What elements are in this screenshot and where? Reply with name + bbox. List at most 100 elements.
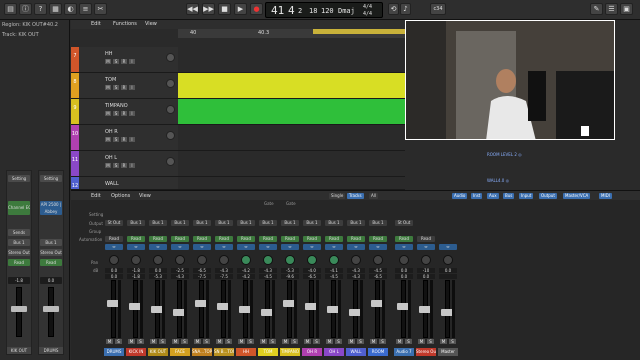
strip1-fader-track[interactable] — [11, 287, 27, 337]
record-enable-button[interactable]: R — [121, 59, 127, 64]
record-enable-button[interactable]: R — [121, 137, 127, 142]
record-enable-button[interactable]: R — [121, 111, 127, 116]
lcd-display[interactable]: 41 4 2 18 120 Dmaj 4/4 4/4 — [265, 2, 383, 18]
play-icon[interactable]: ▶ — [234, 3, 247, 15]
strip1-eq[interactable]: Channel EQ — [8, 201, 30, 215]
input-monitor-button[interactable]: I — [129, 59, 135, 64]
channel-output[interactable]: Bus 1 — [303, 220, 321, 226]
track-lane[interactable] — [178, 73, 405, 99]
mute-button[interactable]: M — [216, 339, 223, 344]
solo-button[interactable]: S — [203, 339, 210, 344]
input-monitor-button[interactable]: I — [129, 111, 135, 116]
channel-name[interactable]: OH L — [324, 348, 344, 356]
cycle-region[interactable] — [313, 29, 405, 34]
fader-track[interactable] — [375, 280, 380, 338]
strip1-sends[interactable]: Sends — [8, 229, 30, 236]
solo-button[interactable]: S — [159, 339, 166, 344]
pan-knob[interactable] — [131, 255, 141, 265]
filter-master-vca[interactable]: Master/VCA — [563, 193, 591, 199]
mixer-options-menu[interactable]: Options — [111, 193, 130, 199]
input-monitor-button[interactable]: I — [129, 85, 135, 90]
mute-button[interactable]: M — [128, 339, 135, 344]
automation-mode[interactable]: Read — [417, 236, 435, 242]
fader-track[interactable] — [287, 280, 292, 338]
solo-button[interactable]: S — [405, 339, 412, 344]
mute-button[interactable]: M — [282, 339, 289, 344]
filter-inst[interactable]: Inst — [471, 193, 483, 199]
solo-button[interactable]: S — [113, 59, 119, 64]
channel-name[interactable]: OH R — [302, 348, 322, 356]
link-icon[interactable]: ⇔ — [369, 244, 387, 250]
automation-mode[interactable]: Read — [105, 236, 123, 242]
link-icon[interactable]: ⇔ — [193, 244, 211, 250]
track-header[interactable]: 11 OH L MSRI — [71, 151, 178, 177]
mixer-icon[interactable]: ≡ — [79, 3, 92, 15]
mixer-edit-menu[interactable]: Edit — [91, 193, 101, 199]
input-monitor-button[interactable]: I — [129, 137, 135, 142]
track-name[interactable]: TIMPANO — [105, 103, 128, 109]
track-lane[interactable] — [178, 47, 405, 73]
inspector-icon[interactable]: ⓘ — [19, 3, 32, 15]
channel-name[interactable]: Audio 7 — [394, 348, 414, 356]
channel-output[interactable]: Bus 1 — [369, 220, 387, 226]
track-lane[interactable] — [178, 125, 405, 151]
link-icon[interactable]: ⇔ — [439, 244, 457, 250]
channel-output[interactable]: Bus 1 — [325, 220, 343, 226]
pan-knob[interactable] — [219, 255, 229, 265]
mute-button[interactable]: M — [396, 339, 403, 344]
solo-button[interactable]: S — [427, 339, 434, 344]
channel-output[interactable]: Bus 1 — [215, 220, 233, 226]
mute-button[interactable]: M — [106, 339, 113, 344]
pan-knob[interactable] — [175, 255, 185, 265]
channel-name[interactable]: HH — [236, 348, 256, 356]
mute-button[interactable]: M — [370, 339, 377, 344]
strip1-input[interactable]: Bus 1 — [8, 239, 30, 246]
region-header[interactable]: Region: KIK OUT#40.2 — [2, 22, 58, 28]
solo-button[interactable]: S — [113, 85, 119, 90]
strip2-setting[interactable]: Setting — [40, 175, 62, 182]
channel-name[interactable]: FACE — [170, 348, 190, 356]
automation-mode[interactable]: Read — [149, 236, 167, 242]
automation-mode[interactable]: Read — [369, 236, 387, 242]
pan-knob[interactable] — [329, 255, 339, 265]
solo-button[interactable]: S — [379, 339, 386, 344]
link-icon[interactable]: ⇔ — [171, 244, 189, 250]
filter-input[interactable]: Input — [519, 193, 534, 199]
link-icon[interactable]: ⇔ — [127, 244, 145, 250]
list-editors-icon[interactable]: ☰ — [605, 3, 618, 15]
track-header[interactable]: Track: KIK OUT — [2, 32, 39, 38]
strip1-output[interactable]: Stereo Out — [8, 249, 30, 256]
link-icon[interactable]: ⇔ — [325, 244, 343, 250]
channel-output[interactable]: Bus 1 — [171, 220, 189, 226]
strip2-plugin[interactable]: API 2500 | Abbey Road — [40, 201, 62, 215]
mute-button[interactable]: M — [440, 339, 447, 344]
tracks-functions-menu[interactable]: Functions — [113, 21, 137, 27]
channel-output[interactable]: St Out — [395, 220, 413, 226]
input-monitor-button[interactable]: I — [129, 163, 135, 168]
record-enable-button[interactable]: R — [121, 85, 127, 90]
mute-button[interactable]: M — [105, 59, 111, 64]
solo-button[interactable]: S — [357, 339, 364, 344]
tracks-edit-menu[interactable]: Edit — [91, 21, 101, 27]
channel-output[interactable]: Bus 1 — [237, 220, 255, 226]
fader-track[interactable] — [199, 280, 204, 338]
volume-knob[interactable] — [166, 157, 175, 166]
filter-output[interactable]: Output — [539, 193, 557, 199]
solo-button[interactable]: S — [115, 339, 122, 344]
channel-output[interactable]: Bus 1 — [149, 220, 167, 226]
automation-mode[interactable]: Read — [215, 236, 233, 242]
channel-output[interactable]: Bus 1 — [259, 220, 277, 226]
channel-name[interactable]: TOM — [258, 348, 278, 356]
pan-knob[interactable] — [421, 255, 431, 265]
toolbar-icon[interactable]: ▦ — [49, 3, 62, 15]
track-name[interactable]: OH R — [105, 129, 118, 135]
fader-track[interactable] — [111, 280, 116, 338]
filter-bus[interactable]: Bus — [503, 193, 515, 199]
link-icon[interactable]: ⇔ — [417, 244, 435, 250]
automation-mode[interactable]: Read — [171, 236, 189, 242]
automation-mode[interactable]: Read — [395, 236, 413, 242]
channel-output[interactable]: Bus 1 — [281, 220, 299, 226]
link-icon[interactable]: ⇔ — [281, 244, 299, 250]
channel-name[interactable]: KIK OUT — [148, 348, 168, 356]
channel-output[interactable]: Bus 1 — [347, 220, 365, 226]
